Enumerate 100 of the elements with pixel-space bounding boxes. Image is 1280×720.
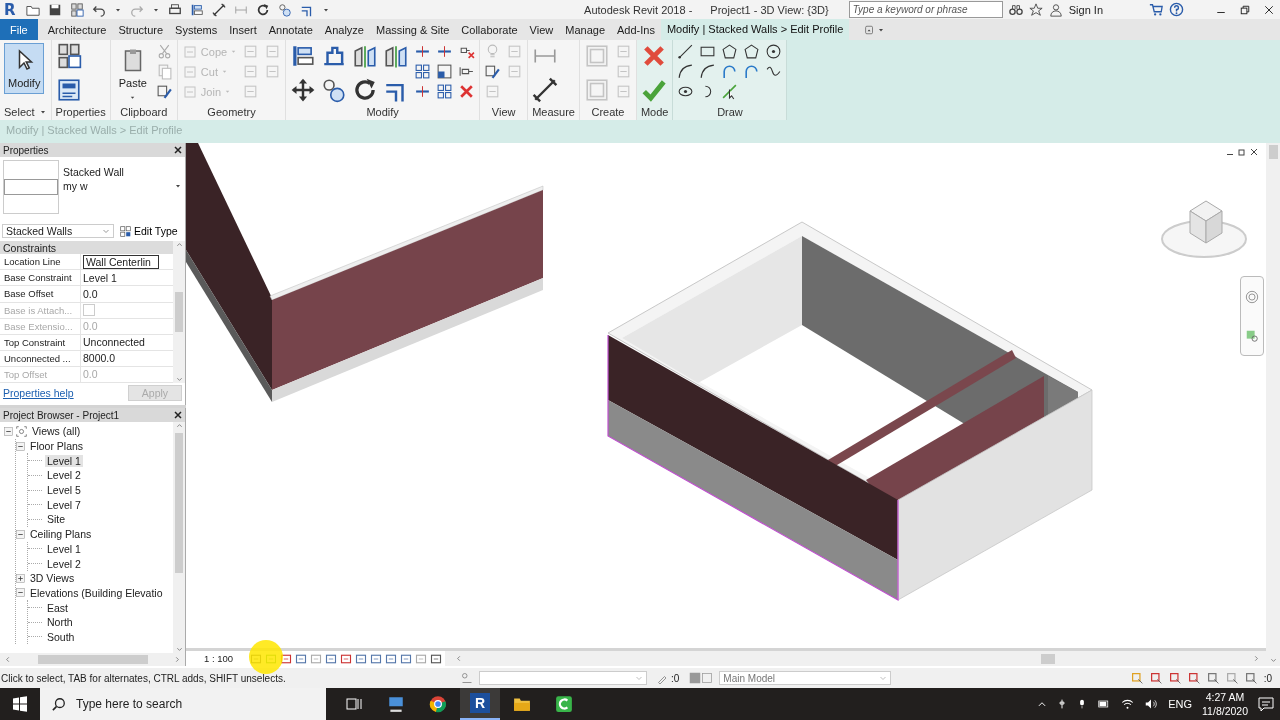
restore-icon[interactable] xyxy=(1238,148,1246,156)
printer-icon[interactable] xyxy=(168,2,182,17)
view-scale[interactable]: 1 : 100 xyxy=(204,653,234,664)
tree-item[interactable]: Level 2 xyxy=(45,557,83,570)
scroll-thumb[interactable] xyxy=(175,292,183,332)
type-properties-icon[interactable] xyxy=(70,2,84,17)
array-icon[interactable] xyxy=(436,83,454,100)
array-icon[interactable] xyxy=(414,63,432,80)
pentagon-icon[interactable] xyxy=(743,43,761,60)
usb-icon[interactable] xyxy=(1057,698,1068,710)
properties-icon[interactable] xyxy=(55,77,82,103)
worksets-icon[interactable] xyxy=(461,672,473,684)
tree-item[interactable]: Views (all) xyxy=(30,425,83,438)
ribbon-button[interactable]: Modify xyxy=(4,43,45,94)
arc-icon[interactable] xyxy=(699,63,717,80)
input-field[interactable]: Wall Centerlin xyxy=(83,254,159,269)
paintbrush-icon[interactable] xyxy=(484,63,502,80)
pentagon-icon[interactable] xyxy=(721,43,739,60)
selection-filter-icon[interactable] xyxy=(1206,671,1220,685)
split-icon[interactable] xyxy=(414,43,432,60)
wifi-icon[interactable] xyxy=(1121,698,1135,710)
chevron-icon[interactable] xyxy=(1037,699,1048,709)
close-icon[interactable] xyxy=(1250,148,1258,156)
tree-item[interactable]: Level 5 xyxy=(45,484,83,497)
arc-icon[interactable] xyxy=(677,63,695,80)
steering-wheel-icon[interactable] xyxy=(1245,289,1259,304)
view-control-icon[interactable] xyxy=(295,652,308,665)
line-icon[interactable] xyxy=(677,43,695,60)
binoculars-icon[interactable] xyxy=(1008,2,1023,17)
ribbon-tab[interactable]: Insert xyxy=(223,19,263,40)
dropdown[interactable]: Main Model xyxy=(719,671,892,685)
tree-item[interactable]: Floor Plans xyxy=(28,440,86,453)
selection-filter-icon[interactable] xyxy=(1149,671,1163,685)
collapse-icon[interactable] xyxy=(16,588,25,598)
scroll-thumb[interactable] xyxy=(175,433,183,573)
folder-icon[interactable] xyxy=(513,695,531,713)
cart-icon[interactable] xyxy=(1149,2,1163,17)
star-icon[interactable] xyxy=(1028,2,1043,17)
edit-type-button[interactable]: Edit Type xyxy=(120,225,178,237)
rotate-icon[interactable] xyxy=(256,2,270,17)
computer-icon[interactable] xyxy=(387,695,405,713)
pick-lines-icon[interactable] xyxy=(721,83,739,100)
collapse-icon[interactable] xyxy=(16,529,25,539)
collapse-icon[interactable] xyxy=(16,441,25,451)
view-control-icon[interactable] xyxy=(280,652,293,665)
ribbon-tab[interactable]: Analyze xyxy=(318,19,370,40)
caret-icon[interactable] xyxy=(174,182,182,190)
align-icon[interactable] xyxy=(290,43,317,69)
restore-icon[interactable] xyxy=(1240,4,1250,15)
view-control-icon[interactable] xyxy=(370,652,383,665)
ribbon-tab[interactable]: Collaborate xyxy=(455,19,524,40)
scroll-thumb[interactable] xyxy=(37,655,148,664)
ribbon-tab[interactable]: Structure xyxy=(112,19,170,40)
ribbon-tab[interactable]: Add-Ins xyxy=(611,19,661,40)
close-icon[interactable] xyxy=(174,411,182,419)
app-icon[interactable] xyxy=(555,695,573,713)
tree-item[interactable]: Elevations (Building Elevatio xyxy=(28,586,165,599)
ribbon-tab[interactable]: Architecture xyxy=(41,19,113,40)
ribbon-tab[interactable]: View xyxy=(523,19,560,40)
paintbrush-icon[interactable] xyxy=(155,83,173,100)
windows-logo-icon[interactable] xyxy=(12,696,28,712)
scrollbar[interactable] xyxy=(173,422,185,653)
speaker-icon[interactable] xyxy=(1144,698,1159,710)
sign-in-link[interactable]: Sign In xyxy=(1068,3,1103,16)
tree-item[interactable]: Level 2 xyxy=(45,469,83,482)
split-icon[interactable] xyxy=(436,43,454,60)
split-icon[interactable] xyxy=(414,83,432,100)
circle-icon[interactable] xyxy=(765,43,783,60)
tree-item[interactable]: Level 1 xyxy=(45,542,83,555)
tree-item[interactable]: 3D Views xyxy=(28,572,77,585)
tree-item[interactable]: Level 1 xyxy=(45,454,83,467)
move-icon[interactable] xyxy=(290,77,317,103)
view-control-icon[interactable] xyxy=(385,652,398,665)
tree-item[interactable]: East xyxy=(45,601,70,614)
ribbon-tab[interactable]: Manage xyxy=(559,19,612,40)
view-control-icon[interactable] xyxy=(325,652,338,665)
help-link[interactable]: Properties help xyxy=(3,387,74,399)
app-logo[interactable]: R xyxy=(470,693,490,713)
close-icon[interactable] xyxy=(1264,4,1274,15)
measure-icon[interactable] xyxy=(532,77,559,103)
selection-filter-icon[interactable] xyxy=(1168,671,1182,685)
tree-item[interactable]: South xyxy=(45,630,77,643)
view-control-icon[interactable] xyxy=(400,652,413,665)
user-icon[interactable] xyxy=(1048,2,1063,17)
copy-circles-icon[interactable] xyxy=(278,2,292,17)
ribbon-tab[interactable]: Systems xyxy=(169,19,224,40)
close-icon[interactable] xyxy=(174,146,182,154)
round-app-icon[interactable] xyxy=(429,695,447,713)
tree-item[interactable]: North xyxy=(45,616,75,629)
selection-filter-icon[interactable] xyxy=(1244,671,1258,685)
clock-date[interactable]: 11/8/2020 xyxy=(1202,704,1248,718)
scrollbar[interactable] xyxy=(173,241,185,383)
scrollbar[interactable] xyxy=(0,653,185,666)
scrollbar[interactable] xyxy=(445,651,1266,666)
scroll-thumb[interactable] xyxy=(1268,145,1278,159)
ribbon-button[interactable]: Paste xyxy=(114,43,151,106)
measure-icon[interactable] xyxy=(212,2,226,17)
ribbon-tab[interactable]: Annotate xyxy=(262,19,319,40)
ribbon-tab[interactable]: Massing & Site xyxy=(369,19,456,40)
collapse-icon[interactable] xyxy=(4,426,13,436)
